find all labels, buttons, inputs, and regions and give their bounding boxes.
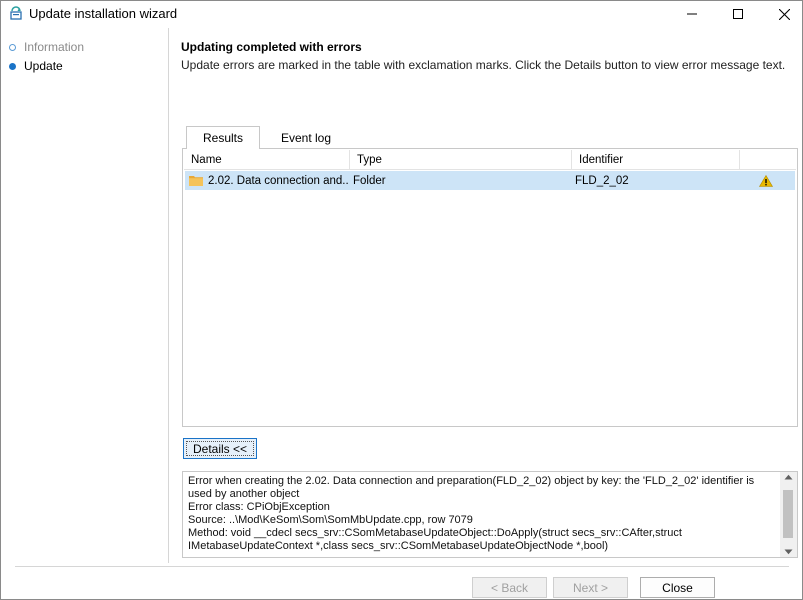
column-header-identifier[interactable]: Identifier <box>572 150 740 170</box>
footer-divider <box>15 566 789 567</box>
next-button[interactable]: Next > <box>553 577 628 598</box>
table-row[interactable]: 2.02. Data connection and... Folder FLD_… <box>185 171 795 190</box>
tab-results[interactable]: Results <box>186 126 260 149</box>
column-header-name[interactable]: Name <box>184 150 350 170</box>
close-window-button[interactable] <box>761 1 803 27</box>
maximize-button[interactable] <box>715 1 761 27</box>
details-line: Error class: CPiObjException <box>188 501 330 513</box>
scrollbar-thumb[interactable] <box>783 490 793 538</box>
back-button[interactable]: < Back <box>472 577 547 598</box>
tab-label: Event log <box>281 130 332 145</box>
row-name: 2.02. Data connection and... <box>208 174 349 187</box>
close-button[interactable]: Close <box>640 577 715 598</box>
title-bar: Update installation wizard <box>1 1 802 27</box>
results-panel: Name Type Identifier 2.02. Data connecti… <box>182 148 798 427</box>
step-dot-icon <box>9 62 16 70</box>
close-icon <box>778 8 790 20</box>
row-type: Folder <box>353 174 386 187</box>
column-header-status[interactable] <box>740 150 796 170</box>
scroll-down-icon[interactable] <box>784 549 793 555</box>
minimize-button[interactable] <box>669 1 715 27</box>
window-title: Update installation wizard <box>29 6 178 21</box>
details-button[interactable]: Details << <box>183 438 257 459</box>
step-information[interactable]: Information <box>9 39 84 55</box>
row-identifier: FLD_2_02 <box>575 174 629 187</box>
cell-name: 2.02. Data connection and... <box>189 171 349 190</box>
step-dot-icon <box>9 43 16 51</box>
maximize-icon <box>733 9 743 19</box>
warning-icon <box>759 174 773 187</box>
vertical-scrollbar[interactable] <box>780 472 797 557</box>
details-line: used by another object <box>188 488 300 500</box>
scroll-up-icon[interactable] <box>784 474 793 480</box>
wizard-steps: Information Update <box>1 28 169 563</box>
details-line: IMetabaseUpdateContext *,class secs_srv:… <box>188 540 609 552</box>
tab-label: Results <box>202 131 243 145</box>
details-line: Method: void __cdecl secs_srv::CSomMetab… <box>188 527 682 539</box>
error-details-textbox[interactable]: Error when creating the 2.02. Data conne… <box>182 471 798 558</box>
details-line: Source: ..\Mod\KeSom\Som\SomMbUpdate.cpp… <box>188 514 473 526</box>
step-label: Update <box>24 59 63 73</box>
column-header-type[interactable]: Type <box>350 150 572 170</box>
table-header: Name Type Identifier <box>184 150 796 170</box>
step-label: Information <box>24 40 85 54</box>
update-app-icon <box>8 5 24 21</box>
minimize-icon <box>687 13 697 15</box>
wizard-window: Update installation wizard Information U… <box>0 0 803 600</box>
folder-icon <box>189 176 203 186</box>
tab-event-log[interactable]: Event log <box>269 126 343 149</box>
details-line: Error when creating the 2.02. Data conne… <box>188 475 755 487</box>
step-update[interactable]: Update <box>9 58 63 74</box>
page-title: Updating completed with errors <box>181 40 362 54</box>
error-details-text: Error when creating the 2.02. Data conne… <box>188 475 776 553</box>
row-status <box>759 171 775 190</box>
page-description: Update errors are marked in the table wi… <box>181 58 786 72</box>
